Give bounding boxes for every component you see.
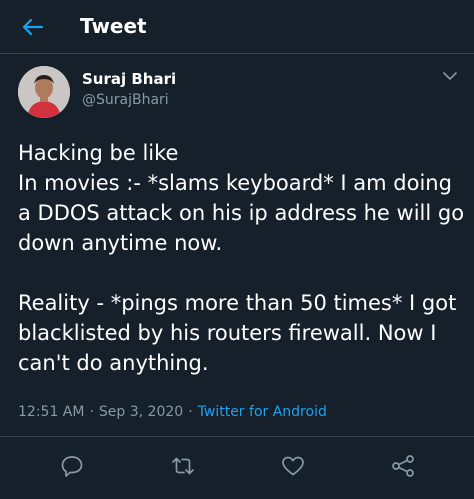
meta-separator: · [89, 404, 94, 420]
reply-icon [61, 456, 83, 477]
avatar[interactable] [18, 66, 70, 118]
back-button[interactable] [18, 12, 48, 42]
divider [0, 436, 474, 437]
share-icon [392, 455, 414, 477]
author-handle[interactable]: @SurajBhari [82, 91, 169, 109]
tweet-line: In movies :- *slams keyboard* I am doing… [18, 171, 465, 255]
meta-separator: · [188, 404, 193, 420]
tweet-source-link[interactable]: Twitter for Android [198, 404, 327, 420]
arrow-left-icon [22, 18, 44, 36]
author-name[interactable]: Suraj Bhari [82, 70, 176, 88]
top-bar: Tweet [0, 0, 474, 54]
page-title: Tweet [80, 14, 147, 38]
like-icon [282, 456, 304, 476]
like-button[interactable] [280, 453, 306, 479]
tweet-time: 12:51 AM [18, 404, 85, 420]
tweet-body: Hacking be like In movies :- *slams keyb… [18, 138, 468, 378]
tweet-line: Hacking be like [18, 141, 179, 165]
chevron-down-icon [443, 72, 457, 80]
tweet-line: Reality - *pings more than 50 times* I g… [18, 291, 457, 375]
tweet-meta: 12:51 AM · Sep 3, 2020 · Twitter for Android [18, 403, 327, 421]
retweet-icon [172, 457, 194, 475]
tweet-date: Sep 3, 2020 [98, 404, 184, 420]
retweet-button[interactable] [170, 453, 196, 479]
tweet-menu-button[interactable] [440, 66, 460, 86]
profile-photo [18, 66, 70, 118]
reply-button[interactable] [59, 453, 85, 479]
share-button[interactable] [390, 453, 416, 479]
